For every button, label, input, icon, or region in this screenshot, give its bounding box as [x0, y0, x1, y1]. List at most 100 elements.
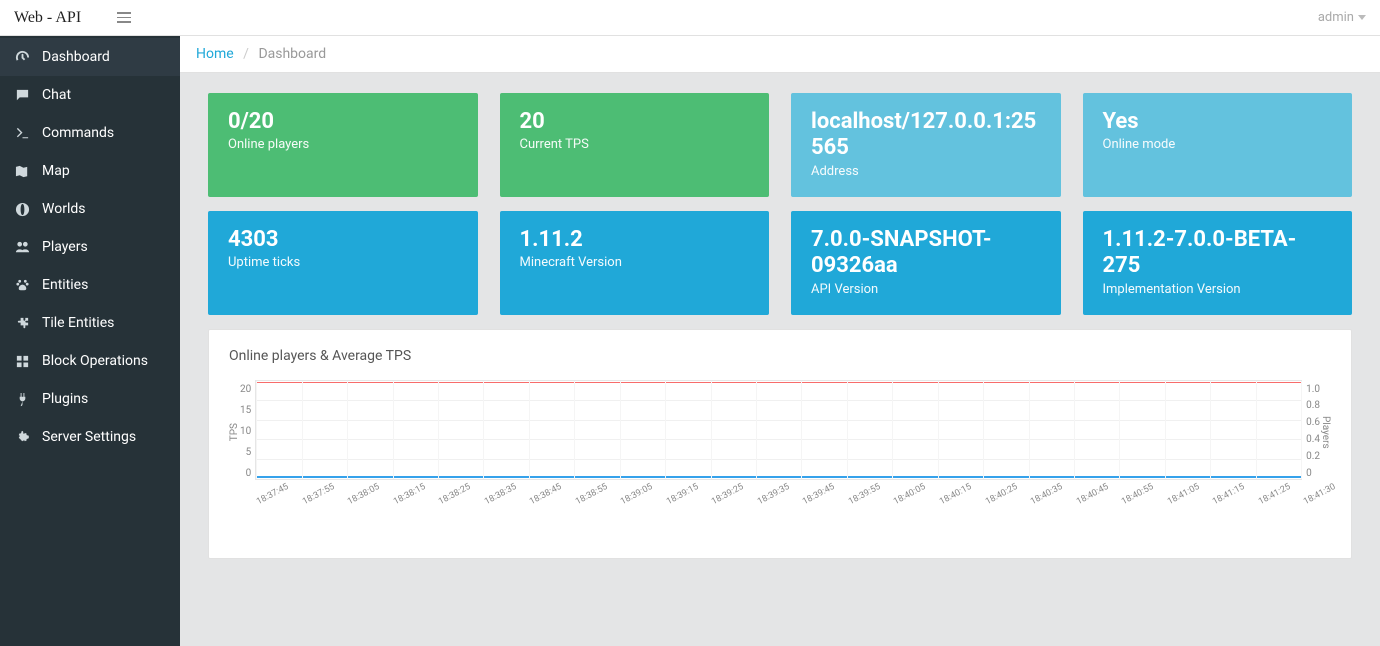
sidebar-item-entities[interactable]: Entities [0, 266, 180, 304]
stat-card-current-tps: 20Current TPS [500, 93, 770, 197]
stat-value: 0/20 [228, 109, 458, 135]
tps-series-line [256, 382, 1301, 384]
sidebar-item-server-settings[interactable]: Server Settings [0, 418, 180, 456]
sidebar-item-label: Players [42, 239, 88, 255]
x-tick: 18:39:35 [756, 482, 791, 507]
y-right-tick: 0.4 [1306, 434, 1320, 445]
stat-card-minecraft-version: 1.11.2 Minecraft Version [500, 211, 770, 315]
stat-card-implementation-version: 1.11.2-7.0.0-BETA-275 Implementation Vers… [1083, 211, 1353, 315]
y-right-tick: 0.8 [1306, 400, 1320, 411]
sidebar-item-tile-entities[interactable]: Tile Entities [0, 304, 180, 342]
user-label: admin [1318, 10, 1354, 25]
y-right-tick: 0.6 [1306, 417, 1320, 428]
sidebar-item-label: Block Operations [42, 353, 148, 369]
stat-card-api-version: 7.0.0-SNAPSHOT-09326aaAPI Version [791, 211, 1061, 315]
sidebar-item-dashboard[interactable]: Dashboard [0, 38, 180, 76]
x-tick: 18:40:05 [893, 482, 928, 507]
y-right-ticks: 1.0 0.8 0.6 0.4 0.2 0 [1302, 384, 1320, 479]
y-left-tick: 20 [240, 384, 251, 395]
sidebar-item-worlds[interactable]: Worlds [0, 190, 180, 228]
stat-label: Minecraft Version [520, 255, 750, 270]
brand: Web - API [14, 9, 81, 27]
x-tick: 18:40:25 [984, 482, 1019, 507]
sidebar-item-label: Map [42, 163, 70, 179]
x-tick: 18:38:55 [574, 482, 609, 507]
x-tick: 18:38:45 [528, 482, 563, 507]
stat-value: Yes [1103, 109, 1333, 135]
x-ticks: 18:37:45 18:37:55 18:38:05 18:38:15 18:38:25… [255, 480, 1302, 530]
y-left-tick: 5 [246, 447, 252, 458]
x-tick: 18:39:55 [847, 482, 882, 507]
chart-panel: Online players & Average TPS TPS 20 15 10 5… [208, 329, 1352, 559]
chat-icon [14, 87, 30, 103]
x-tick: 18:39:45 [802, 482, 837, 507]
gear-icon [14, 429, 30, 445]
x-tick: 18:40:15 [938, 482, 973, 507]
globe-icon [14, 201, 30, 217]
menu-toggle-icon[interactable] [117, 12, 131, 23]
stat-label: Online mode [1103, 137, 1333, 152]
x-tick: 18:38:35 [483, 482, 518, 507]
speedometer-icon [14, 49, 30, 65]
topbar: Web - API admin [0, 0, 1380, 36]
stat-value: 7.0.0-SNAPSHOT-09326aa [811, 227, 1041, 280]
puzzle-icon [14, 315, 30, 331]
user-menu[interactable]: admin [1318, 10, 1366, 25]
stat-label: Address [811, 164, 1041, 179]
sidebar-item-map[interactable]: Map [0, 152, 180, 190]
x-tick: 18:38:15 [392, 482, 427, 507]
main: Home / Dashboard 0/20Online players20Cur… [180, 36, 1380, 646]
x-tick: 18:41:15 [1211, 482, 1246, 507]
sidebar-item-label: Worlds [42, 201, 85, 217]
x-tick: 18:41:25 [1257, 482, 1292, 507]
x-tick: 18:40:55 [1120, 482, 1155, 507]
y-right-tick: 0.2 [1306, 451, 1320, 462]
x-tick: 18:39:25 [710, 482, 745, 507]
sidebar-item-chat[interactable]: Chat [0, 76, 180, 114]
y-right-tick: 1.0 [1306, 384, 1320, 395]
sidebar-item-label: Chat [42, 87, 71, 103]
breadcrumb-current: Dashboard [258, 46, 326, 62]
stat-card-online-players: 0/20Online players [208, 93, 478, 197]
sidebar-item-players[interactable]: Players [0, 228, 180, 266]
x-tick: 18:40:45 [1075, 482, 1110, 507]
x-tick: 18:38:05 [346, 482, 381, 507]
breadcrumb-home[interactable]: Home [196, 46, 234, 62]
y-left-tick: 0 [246, 468, 252, 479]
sidebar-item-commands[interactable]: Commands [0, 114, 180, 152]
chevron-down-icon [1358, 15, 1366, 20]
cards-row: 0/20Online players20Current TPSlocalhost… [208, 93, 1352, 197]
plot-area [255, 380, 1302, 480]
map-icon [14, 163, 30, 179]
stat-card-online-mode: Yes Online mode [1083, 93, 1353, 197]
y-left-tick: 15 [240, 405, 251, 416]
sidebar-item-label: Dashboard [42, 49, 110, 65]
sidebar-item-label: Entities [42, 277, 88, 293]
y-right-tick: 0 [1306, 468, 1320, 479]
grid-icon [14, 353, 30, 369]
y-left-tick: 10 [240, 426, 251, 437]
stat-value: 1.11.2 [520, 227, 750, 253]
paw-icon [14, 277, 30, 293]
sidebar-item-label: Server Settings [42, 429, 136, 445]
x-tick: 18:41:30 [1302, 482, 1337, 507]
x-tick: 18:38:25 [437, 482, 472, 507]
sidebar-item-plugins[interactable]: Plugins [0, 380, 180, 418]
cards-row: 4303Uptime ticks1.11.2Minecraft Version7… [208, 211, 1352, 315]
sidebar-item-label: Tile Entities [42, 315, 114, 331]
stat-value: 1.11.2-7.0.0-BETA-275 [1103, 227, 1333, 280]
stat-label: Current TPS [520, 137, 750, 152]
stat-label: Implementation Version [1103, 282, 1333, 297]
x-tick: 18:41:05 [1166, 482, 1201, 507]
terminal-icon [14, 125, 30, 141]
breadcrumb: Home / Dashboard [180, 36, 1380, 73]
x-tick: 18:40:35 [1029, 482, 1064, 507]
x-tick: 18:37:55 [301, 482, 336, 507]
x-tick: 18:37:45 [255, 482, 290, 507]
users-icon [14, 239, 30, 255]
chart-title: Online players & Average TPS [229, 348, 1331, 364]
sidebar-item-block-operations[interactable]: Block Operations [0, 342, 180, 380]
sidebar: Dashboard Chat Commands Map Worlds Players Ent… [0, 36, 180, 646]
y-left-axis-label: TPS [229, 423, 240, 441]
stat-label: Uptime ticks [228, 255, 458, 270]
